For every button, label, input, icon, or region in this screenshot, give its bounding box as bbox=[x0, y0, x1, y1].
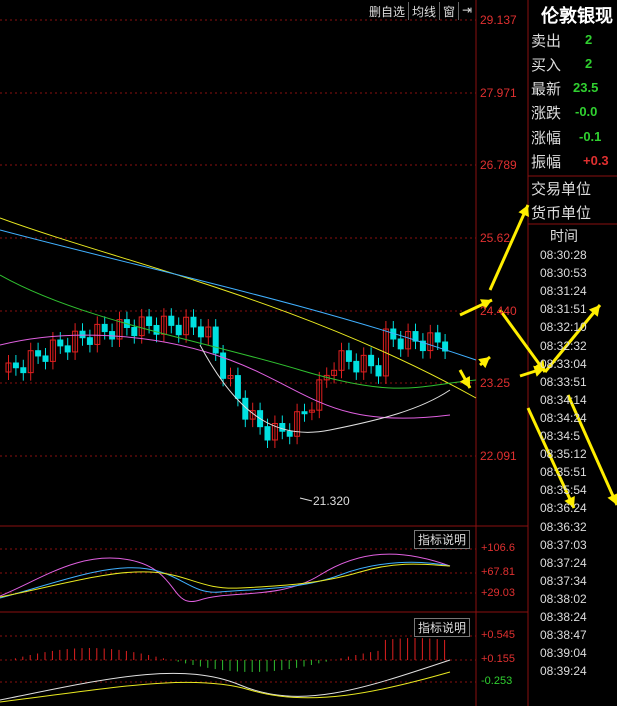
window-button[interactable]: 窗 bbox=[439, 2, 458, 20]
time-list-item: 08:39:24 bbox=[540, 664, 587, 679]
time-list-item: 08:35:54 bbox=[540, 483, 587, 498]
candle-body bbox=[197, 326, 204, 338]
time-list-item: 08:37:03 bbox=[540, 537, 587, 552]
candle-body bbox=[286, 430, 293, 437]
time-list-item: 08:31:24 bbox=[540, 284, 587, 299]
candle-body bbox=[434, 332, 441, 343]
price-tick: 24.440 bbox=[480, 304, 517, 318]
price-tick: 27.971 bbox=[480, 86, 517, 100]
indicator1-label: +106.6 bbox=[481, 542, 515, 554]
time-list-item: 08:31:51 bbox=[540, 302, 587, 317]
time-list-item: 08:34:5 bbox=[540, 429, 581, 443]
candle-body bbox=[12, 362, 19, 369]
collapse-arrow-icon[interactable]: ⇥ bbox=[458, 2, 475, 20]
amplitude-value: +0.3 bbox=[583, 153, 609, 168]
annotation-arrow bbox=[488, 204, 530, 291]
pct-label: 涨幅 bbox=[531, 129, 562, 147]
time-list-item: 08:38:24 bbox=[540, 610, 587, 624]
indicator2-help-button[interactable]: 指标说明 bbox=[414, 618, 471, 637]
trade-unit-label: 交易单位 bbox=[531, 180, 592, 198]
time-list-item: 08:35:51 bbox=[540, 465, 587, 480]
time-list-item: 08:34:14 bbox=[540, 392, 587, 407]
time-list-item: 08:34:24 bbox=[540, 410, 587, 425]
time-list-item: 08:30:28 bbox=[540, 248, 587, 262]
price-tick: 25.62 bbox=[480, 231, 511, 245]
ma-lines-button[interactable]: 均线 bbox=[408, 2, 439, 20]
candle-body bbox=[279, 423, 286, 432]
candle-body bbox=[353, 360, 360, 373]
candle-body bbox=[301, 411, 308, 415]
price-tick: 23.25 bbox=[480, 376, 511, 390]
low-marker-pointer bbox=[299, 497, 313, 502]
indicator1-label: +67.81 bbox=[481, 566, 515, 578]
annotation-arrow bbox=[498, 309, 547, 373]
time-list-item: 08:36:24 bbox=[540, 501, 587, 516]
instrument-title: 伦敦银现 bbox=[541, 6, 613, 27]
candle-body bbox=[234, 375, 241, 399]
last-value: 23.5 bbox=[573, 80, 599, 95]
candle-body bbox=[42, 355, 49, 362]
candle-body bbox=[64, 345, 71, 353]
indicator1-label: +29.03 bbox=[481, 587, 515, 599]
candle-body bbox=[175, 324, 182, 336]
candle-body bbox=[146, 316, 153, 326]
candle-body bbox=[368, 354, 375, 367]
candle-body bbox=[57, 339, 64, 347]
last-label: 最新 bbox=[531, 80, 562, 98]
candle-body bbox=[35, 350, 42, 357]
amplitude-label: 振幅 bbox=[531, 153, 562, 171]
indicator2-label: +0.155 bbox=[481, 653, 515, 665]
buy-label: 买入 bbox=[531, 56, 562, 74]
time-header: 时间 bbox=[550, 229, 578, 245]
pct-value: -0.1 bbox=[579, 129, 602, 144]
candle-body bbox=[397, 338, 404, 350]
chart-toolbar: 删自选 均线 窗 ⇥ bbox=[366, 2, 475, 20]
candle-body bbox=[20, 367, 27, 374]
candle-body bbox=[190, 316, 197, 328]
sell-label: 卖出 bbox=[531, 32, 562, 50]
indicator2-label: +0.545 bbox=[481, 629, 515, 641]
arrow-head-icon bbox=[478, 357, 490, 369]
candle-body bbox=[86, 337, 93, 345]
candle-body bbox=[153, 324, 160, 335]
sell-value: 2 bbox=[585, 32, 593, 47]
change-label: 涨跌 bbox=[531, 104, 562, 122]
candle-body bbox=[131, 327, 138, 337]
time-list-item: 08:37:34 bbox=[540, 573, 587, 588]
candle-body bbox=[101, 323, 108, 333]
candle-body bbox=[375, 365, 382, 377]
kdj-line bbox=[0, 563, 451, 598]
candle-body bbox=[168, 315, 175, 326]
time-list-item: 08:38:47 bbox=[540, 628, 587, 643]
low-price-marker: 21.320 bbox=[313, 494, 350, 508]
candle-body bbox=[264, 426, 271, 441]
time-list-item: 08:39:04 bbox=[540, 646, 587, 661]
macd-line bbox=[0, 659, 451, 701]
macd-line bbox=[0, 671, 451, 703]
candle-body bbox=[79, 330, 86, 339]
time-list-item: 08:35:12 bbox=[540, 447, 587, 462]
time-list-item: 08:30:53 bbox=[540, 266, 587, 281]
delete-watch-button[interactable]: 删自选 bbox=[366, 2, 408, 20]
currency-unit-label: 货币单位 bbox=[531, 204, 592, 222]
candle-body bbox=[345, 350, 352, 362]
price-tick: 29.137 bbox=[480, 13, 517, 27]
time-list-item: 08:32:32 bbox=[540, 338, 587, 353]
indicator1-help-button[interactable]: 指标说明 bbox=[414, 530, 471, 549]
time-list-item: 08:38:02 bbox=[540, 591, 587, 606]
indicator2-label: -0.253 bbox=[481, 675, 513, 687]
price-tick: 22.091 bbox=[480, 449, 517, 463]
time-list-item: 08:36:32 bbox=[540, 519, 587, 534]
time-list-item: 08:32:10 bbox=[540, 320, 587, 335]
candle-body bbox=[212, 326, 219, 354]
time-list-item: 08:33:51 bbox=[540, 374, 587, 389]
buy-value: 2 bbox=[585, 56, 593, 71]
price-tick: 26.789 bbox=[480, 158, 517, 172]
time-list-item: 08:33:04 bbox=[540, 356, 587, 371]
change-value: -0.0 bbox=[575, 104, 598, 119]
kdj-line bbox=[0, 553, 451, 603]
kline-chart[interactable] bbox=[0, 0, 617, 706]
time-list-item: 08:37:24 bbox=[540, 555, 587, 570]
